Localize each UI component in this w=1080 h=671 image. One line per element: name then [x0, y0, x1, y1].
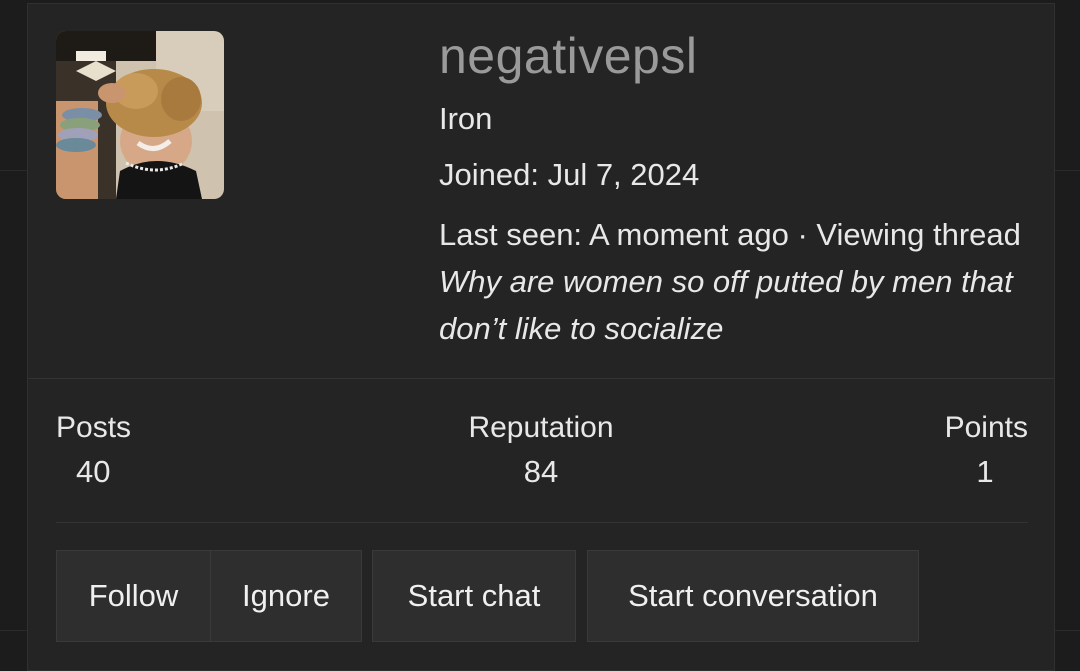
reputation-label: Reputation	[468, 411, 614, 444]
ignore-button[interactable]: Ignore	[210, 550, 362, 642]
points-label: Points	[944, 411, 1028, 444]
last-seen-activity: Last seen: A moment ago · Viewing thread…	[439, 211, 1039, 352]
start-chat-button[interactable]: Start chat	[372, 550, 576, 642]
last-seen-text: Last seen: A moment ago · Viewing thread	[439, 217, 1021, 252]
header-divider	[28, 378, 1054, 379]
joined-date: Joined: Jul 7, 2024	[439, 157, 700, 192]
start-conversation-button[interactable]: Start conversation	[587, 550, 919, 642]
follow-button[interactable]: Follow	[56, 550, 211, 642]
avatar[interactable]	[56, 31, 224, 199]
member-header: negativepsl Iron Joined: Jul 7, 2024 Las…	[28, 4, 1054, 379]
stat-points: Points 1	[928, 406, 1028, 494]
stat-reputation: Reputation 84	[461, 406, 621, 494]
avatar-image	[56, 31, 224, 199]
reputation-value: 84	[523, 454, 559, 489]
posts-label: Posts	[56, 411, 132, 444]
viewing-thread-link[interactable]: Why are women so off putted by men that …	[439, 264, 1013, 346]
username[interactable]: negativepsl	[439, 22, 697, 90]
posts-value[interactable]: 40	[56, 450, 131, 494]
stat-posts: Posts 40	[56, 406, 131, 494]
member-stats: Posts 40 Reputation 84 Points 1	[56, 406, 1028, 501]
user-rank: Iron	[439, 101, 493, 136]
points-value[interactable]: 1	[928, 450, 1028, 494]
stats-divider	[56, 522, 1028, 523]
member-tooltip-card: negativepsl Iron Joined: Jul 7, 2024 Las…	[27, 3, 1055, 671]
